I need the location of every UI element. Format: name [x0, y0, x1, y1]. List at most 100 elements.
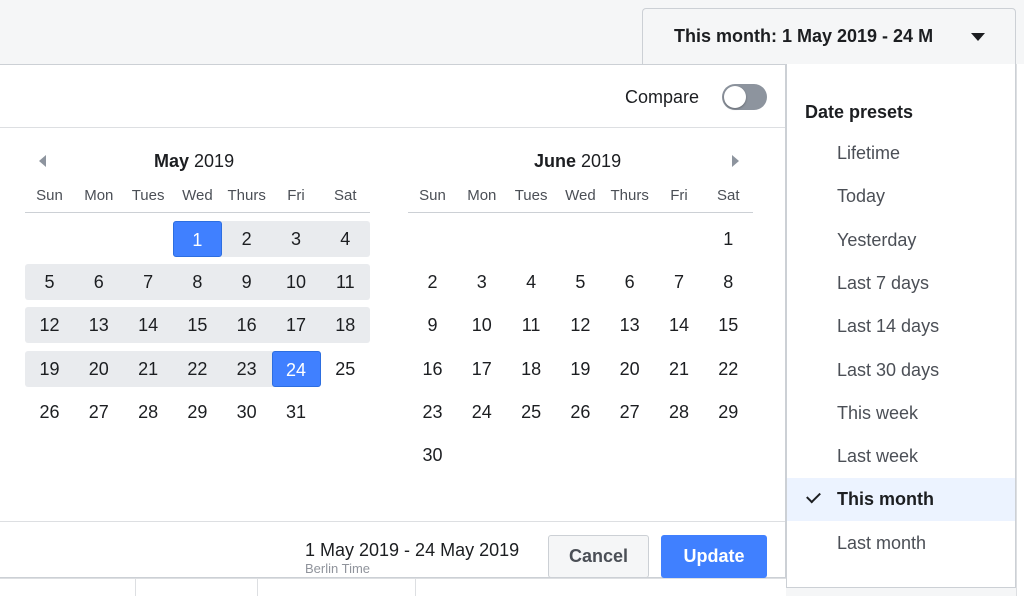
calendar-day[interactable]: 20	[74, 351, 123, 387]
preset-label: Last week	[837, 446, 919, 467]
background-page	[1016, 64, 1024, 596]
calendar-day-selected[interactable]: 24	[271, 351, 321, 387]
calendar-day[interactable]: 24	[457, 394, 506, 430]
calendar-day[interactable]: 25	[507, 394, 556, 430]
weekday-label: Mon	[467, 187, 497, 204]
preset-item[interactable]: Last week	[787, 435, 1015, 478]
background-table-strip	[0, 578, 786, 596]
weekday-label: Wed	[565, 187, 596, 204]
calendar-day[interactable]: 17	[457, 351, 506, 387]
calendar-day[interactable]: 2	[222, 221, 271, 257]
calendar-day[interactable]: 6	[605, 264, 654, 300]
calendar-day[interactable]: 10	[272, 264, 321, 300]
calendar-day[interactable]: 31	[272, 394, 321, 430]
calendar-day[interactable]: 28	[655, 394, 704, 430]
calendar-day[interactable]: 9	[408, 307, 457, 343]
chevron-right-icon[interactable]	[732, 155, 739, 167]
calendar-day[interactable]: 12	[556, 307, 605, 343]
weekday-label: Sat	[334, 187, 357, 204]
update-button[interactable]: Update	[661, 535, 767, 578]
calendar-day[interactable]: 6	[74, 264, 123, 300]
calendar-day[interactable]: 11	[321, 264, 370, 300]
preset-item[interactable]: Yesterday	[787, 219, 1015, 262]
calendar-day[interactable]: 1	[704, 221, 753, 257]
calendar-day[interactable]: 19	[25, 351, 74, 387]
compare-toggle[interactable]	[722, 84, 767, 110]
calendar-day[interactable]: 16	[222, 307, 271, 343]
preset-item[interactable]: Last 14 days	[787, 305, 1015, 348]
calendar-day[interactable]: 23	[408, 394, 457, 430]
month-name: May	[154, 151, 190, 171]
calendar-day[interactable]: 27	[605, 394, 654, 430]
calendar-day[interactable]: 8	[704, 264, 753, 300]
calendar-day[interactable]: 27	[74, 394, 123, 430]
calendar-day[interactable]: 21	[655, 351, 704, 387]
checkmark-icon	[806, 488, 821, 504]
calendar-day[interactable]: 30	[408, 437, 457, 473]
weekday-label: Mon	[84, 187, 114, 204]
preset-item[interactable]: Lifetime	[787, 132, 1015, 175]
calendar-day[interactable]: 23	[222, 351, 271, 387]
calendar-day[interactable]: 29	[704, 394, 753, 430]
calendar-day[interactable]: 28	[124, 394, 173, 430]
calendar-day[interactable]: 14	[124, 307, 173, 343]
calendar-day[interactable]: 25	[321, 351, 370, 387]
preset-label: Last 30 days	[837, 359, 940, 380]
calendar-day[interactable]: 7	[655, 264, 704, 300]
calendar-day[interactable]: 18	[321, 307, 370, 343]
calendar-day[interactable]: 10	[457, 307, 506, 343]
calendar-day[interactable]: 16	[408, 351, 457, 387]
calendar-day[interactable]: 3	[457, 264, 506, 300]
weekday-header: Sun Mon Tues Wed Thurs Fri Sat	[408, 187, 754, 213]
presets-title: Date presets	[805, 102, 914, 122]
calendar-day[interactable]: 11	[507, 307, 556, 343]
calendar-day[interactable]: 29	[173, 394, 222, 430]
preset-item[interactable]: Last month	[787, 522, 1015, 565]
selected-range-text: 1 May 2019 - 24 May 2019	[305, 540, 520, 560]
month-title-may: May 2019	[154, 151, 234, 172]
month-year: 2019	[194, 151, 235, 171]
calendar-day[interactable]: 9	[222, 264, 271, 300]
calendar-day[interactable]: 22	[173, 351, 222, 387]
date-range-dropdown[interactable]: This month: 1 May 2019 - 24 M	[642, 8, 1016, 64]
calendar-day[interactable]: 13	[605, 307, 654, 343]
preset-label: Last month	[837, 532, 927, 553]
weekday-label: Sat	[717, 187, 740, 204]
calendar-day[interactable]: 14	[655, 307, 704, 343]
calendar-day[interactable]: 18	[507, 351, 556, 387]
cancel-button[interactable]: Cancel	[548, 535, 649, 578]
calendar-day[interactable]: 19	[556, 351, 605, 387]
calendar-day[interactable]: 15	[173, 307, 222, 343]
calendar-day[interactable]: 12	[25, 307, 74, 343]
preset-item[interactable]: Last 7 days	[787, 262, 1015, 305]
calendar-day[interactable]: 30	[222, 394, 271, 430]
calendar-day[interactable]: 3	[272, 221, 321, 257]
calendar-day[interactable]: 8	[173, 264, 222, 300]
calendar-day[interactable]: 26	[25, 394, 74, 430]
preset-label: Today	[837, 186, 886, 207]
calendar-day[interactable]: 4	[321, 221, 370, 257]
calendar-day[interactable]: 26	[556, 394, 605, 430]
weekday-label: Fri	[287, 187, 305, 204]
calendar-day-selected[interactable]: 1	[172, 221, 222, 257]
calendar-day[interactable]: 5	[25, 264, 74, 300]
calendar-day[interactable]: 2	[408, 264, 457, 300]
calendar-day[interactable]: 22	[704, 351, 753, 387]
calendar-day[interactable]: 20	[605, 351, 654, 387]
calendar-day[interactable]: 4	[507, 264, 556, 300]
preset-item[interactable]: Today	[787, 175, 1015, 218]
preset-label: This week	[837, 402, 919, 423]
chevron-left-icon[interactable]	[39, 155, 46, 167]
calendar-day[interactable]: 21	[124, 351, 173, 387]
preset-item[interactable]: This week	[787, 392, 1015, 435]
calendar-day[interactable]: 17	[272, 307, 321, 343]
weekday-label: Thurs	[610, 187, 649, 204]
calendar-day[interactable]: 13	[74, 307, 123, 343]
preset-item[interactable]: Last 30 days	[787, 349, 1015, 392]
date-picker-panel: Compare May 2019 June 2019 Sun Mon Tues Wed…	[0, 64, 786, 578]
calendar-day[interactable]: 7	[124, 264, 173, 300]
preset-item[interactable]: This month	[787, 478, 1015, 522]
calendar-day[interactable]: 15	[704, 307, 753, 343]
calendar-day[interactable]: 5	[556, 264, 605, 300]
date-presets-menu: Date presets Lifetime Today Yesterday Last …	[786, 64, 1016, 588]
